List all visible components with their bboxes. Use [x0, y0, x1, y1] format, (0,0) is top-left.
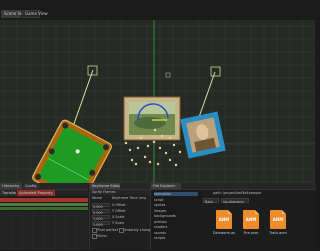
tab-hierarchy[interactable]: Hierarchy	[0, 183, 22, 189]
timeline-track-2[interactable]	[0, 203, 88, 206]
tree-item[interactable]: prefabs	[154, 220, 167, 224]
selection-point	[148, 160, 152, 164]
timeline-grid	[10, 211, 78, 250]
tree-item[interactable]: sprites	[154, 203, 165, 207]
selection-point	[172, 143, 176, 147]
x-scale-label: X Scale	[112, 215, 125, 219]
subtab-animated-property[interactable]: Animated Property	[17, 190, 55, 196]
selection-point	[143, 155, 147, 159]
field-y-scale: 1.000 Y Scale	[92, 221, 148, 227]
tree-item[interactable]: shaders	[154, 225, 167, 229]
selection-point	[128, 148, 132, 152]
selection-point	[168, 158, 172, 162]
timeline-subtabs: Transform Animated Property	[0, 190, 88, 196]
selection-point	[152, 140, 156, 144]
tree-item[interactable]: scripts	[154, 236, 165, 240]
pixel-perfect-label: Pixel perfect	[97, 228, 119, 232]
file-name-3: Trails.anm	[269, 231, 287, 235]
tree-item[interactable]: animation	[154, 192, 198, 196]
selection-point	[164, 151, 168, 155]
y-offset-label: Y Offset	[112, 209, 126, 213]
selection-point	[168, 136, 172, 140]
selection-point	[160, 134, 164, 138]
file-name-2: Fire.anm	[243, 231, 259, 235]
y-offset-input[interactable]: 0.000	[92, 209, 110, 215]
tab-game-view[interactable]: Game View	[22, 10, 48, 18]
file-icon-3[interactable]: ANM	[270, 210, 286, 229]
tab-keyframe-editor[interactable]: Keyframe Editor	[90, 183, 120, 189]
x-scale-input[interactable]: 1.000	[92, 215, 110, 221]
instantly-change-label: Instantly change	[124, 228, 153, 232]
tree-item[interactable]: images	[154, 209, 166, 213]
timeline-track-3[interactable]	[0, 207, 88, 210]
x-offset-label: X Offset	[112, 203, 126, 207]
y-scale-value: 1.000	[93, 223, 103, 227]
sprite-editor-tabs: Keyframe Editor	[90, 183, 150, 190]
tree-item[interactable]: sounds	[154, 231, 166, 235]
selection-point	[146, 144, 150, 148]
sprite-editor-panel: Keyframe Editor Sprite Frames Name Keyfr…	[89, 183, 153, 250]
file-icon-2[interactable]: ANM	[243, 210, 259, 229]
selection-point	[153, 128, 157, 132]
file-type-label-1: ANM	[218, 217, 230, 222]
small-handle	[165, 72, 171, 78]
tab-file-explorer[interactable]: File Explorer	[151, 183, 181, 189]
selection-point	[178, 150, 182, 154]
selection-point	[174, 163, 178, 167]
file-name-1: Diceworm.anm	[213, 231, 235, 235]
timeline-area[interactable]	[0, 211, 88, 250]
y-scale-input[interactable]: 1.000	[92, 221, 110, 227]
selection-point	[134, 162, 138, 166]
path-value: /project/fwFileExample	[222, 191, 262, 195]
x-offset-input[interactable]: 0.000	[92, 203, 110, 209]
folder-tree: animation script sprites images backgrounds p…	[151, 190, 201, 250]
selection-point	[139, 136, 143, 140]
selection-point	[158, 146, 162, 150]
up-directory-label: Up directory	[223, 200, 244, 204]
y-scale-label: Y Scale	[112, 221, 125, 225]
portrait-painting-sprite	[180, 111, 226, 159]
mirror-row: Mirror	[92, 234, 148, 239]
timeline-panel: Hierarchy Config Transform Animated Prop…	[0, 183, 88, 250]
scene-canvas	[0, 20, 315, 183]
tree-item[interactable]: backgrounds	[154, 214, 176, 218]
pool-table-sprite	[32, 119, 112, 183]
scene-viewport[interactable]	[0, 20, 315, 183]
tab-scene-view[interactable]: Scene View	[1, 10, 27, 18]
field-y-offset: 0.000 Y Offset	[92, 209, 148, 215]
selection-point	[136, 146, 140, 150]
sprite-frames-title: Sprite Frames	[92, 190, 116, 194]
back-label: Back	[205, 200, 214, 204]
tab-bar: Scene View Game View	[0, 0, 315, 20]
tree-item[interactable]: script	[154, 198, 163, 202]
file-icon-1[interactable]: ANM	[216, 210, 232, 229]
field-x-scale: 1.000 X Scale	[92, 215, 148, 221]
field-x-offset: 0.000 X Offset	[92, 203, 148, 209]
col-keyframe-time: Keyframe Time (ms)	[112, 196, 147, 200]
path-label: path: /project/fwFileExample	[213, 191, 262, 195]
bottom-dock: Hierarchy Config Transform Animated Prop…	[0, 183, 316, 250]
handle-square-right	[210, 66, 221, 77]
tab-config[interactable]: Config	[23, 183, 39, 189]
selection-point	[124, 141, 128, 145]
up-directory-button[interactable]: Up directory	[221, 198, 249, 204]
col-name: Name	[92, 196, 103, 200]
mirror-label: Mirror	[97, 234, 107, 238]
file-type-label-2: ANM	[245, 217, 257, 222]
timeline-track-1[interactable]	[0, 198, 88, 202]
sprite-frames-header: Sprite Frames	[90, 190, 150, 195]
subtab-transform[interactable]: Transform	[0, 190, 16, 196]
selection-point	[156, 162, 160, 166]
file-type-label-3: ANM	[272, 217, 284, 222]
file-explorer-panel: File Explorer animation script sprites imag…	[150, 183, 316, 250]
file-explorer-tabs: File Explorer	[151, 183, 316, 190]
checkbox-row: Pixel perfect Instantly change	[92, 228, 153, 233]
timeline-tabs: Hierarchy Config	[0, 183, 88, 190]
back-button[interactable]: Back	[203, 198, 219, 204]
selection-point	[130, 158, 134, 162]
